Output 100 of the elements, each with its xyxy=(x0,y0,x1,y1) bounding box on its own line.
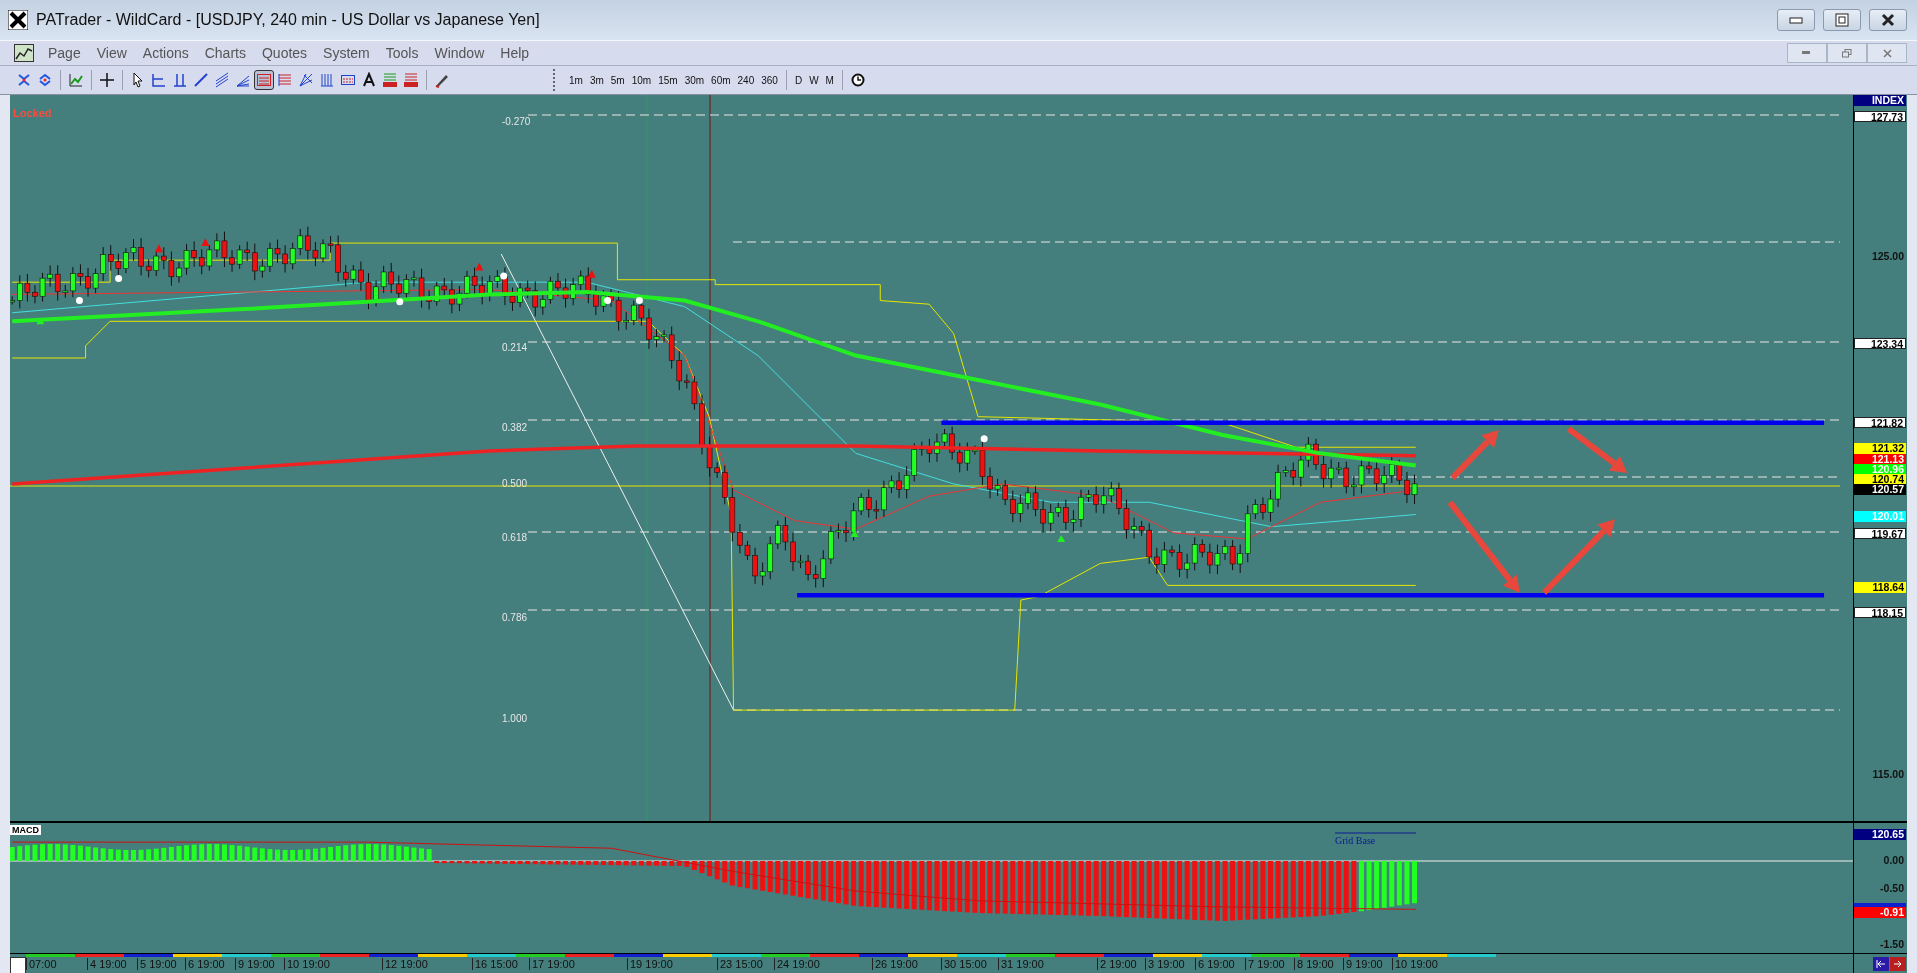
price-tag: INDEX xyxy=(1854,95,1906,106)
channel-icon xyxy=(214,72,230,88)
time-label: 19 19:00 xyxy=(627,958,673,970)
minimize-icon xyxy=(1802,51,1812,55)
arrow-to-start-icon xyxy=(1876,959,1886,968)
time-label: 4 19:00 xyxy=(87,958,127,970)
price-tag: 121.82 xyxy=(1854,417,1906,428)
levels-icon xyxy=(277,72,293,88)
time-label: 23 15:00 xyxy=(717,958,763,970)
maximize-button[interactable] xyxy=(1823,9,1861,31)
scroll-end-button[interactable] xyxy=(1890,956,1906,971)
time-label: 30 15:00 xyxy=(941,958,987,970)
period-button[interactable]: M xyxy=(822,70,837,90)
panel-title: MACD xyxy=(10,825,41,835)
rectangle-lines-icon xyxy=(256,72,272,88)
axis-label: 0.00 xyxy=(1882,855,1905,866)
axis-label: -0.50 xyxy=(1879,883,1905,894)
price-tag: 120.01 xyxy=(1854,511,1906,522)
axis-label: 115.00 xyxy=(1871,769,1905,780)
menu-item[interactable]: Charts xyxy=(196,45,254,61)
time-label: 5 19:00 xyxy=(137,958,177,970)
window-title: PATrader - WildCard - [USDJPY, 240 min - US Dollar vs Japanese Yen] xyxy=(36,11,541,29)
timeframe-button[interactable]: 3m xyxy=(586,70,607,90)
timeframe-button[interactable]: 15m xyxy=(655,70,681,90)
time-label: 07:00 xyxy=(26,958,57,970)
time-label: 12 19:00 xyxy=(382,958,428,970)
arrow-drawing xyxy=(1450,430,1499,480)
menu-item[interactable]: Page xyxy=(40,45,89,61)
time-label: 8 19:00 xyxy=(1294,958,1334,970)
fib-level-label: 0.618 xyxy=(502,532,528,543)
vertical-grid-icon xyxy=(319,72,335,88)
crosshair-tool[interactable] xyxy=(97,70,117,90)
fib-level-label: 0.382 xyxy=(502,422,528,433)
time-label: 24 19:00 xyxy=(774,958,820,970)
menu-item[interactable]: Help xyxy=(492,45,538,61)
time-label: 26 19:00 xyxy=(872,958,918,970)
period-button[interactable]: D xyxy=(791,70,806,90)
menu-item[interactable]: Tools xyxy=(377,45,427,61)
time-label: 17 19:00 xyxy=(529,958,575,970)
menu-item[interactable]: Quotes xyxy=(253,45,316,61)
hsl-lines-icon xyxy=(403,72,419,88)
price-tag: 127.73 xyxy=(1854,111,1906,122)
time-label: 7 19:00 xyxy=(1245,958,1285,970)
rectangle-lines-tool[interactable] xyxy=(254,70,274,90)
timeframe-button[interactable]: 360 xyxy=(758,70,781,90)
fib-level-label: 0.214 xyxy=(502,342,528,353)
price-tag: 118.15 xyxy=(1854,607,1906,618)
price-tag: -0.91 xyxy=(1854,907,1906,918)
menu-item[interactable]: View xyxy=(88,45,135,61)
time-label: 3 19:00 xyxy=(1145,958,1185,970)
hsl-lines-tool[interactable] xyxy=(401,70,421,90)
time-label: 6 19:00 xyxy=(1195,958,1235,970)
time-label: 9 19:00 xyxy=(1343,958,1383,970)
pen-icon xyxy=(434,72,450,88)
menu-item[interactable]: System xyxy=(315,45,378,61)
menu-item[interactable]: Actions xyxy=(134,45,197,61)
gann-fan-icon xyxy=(298,72,314,88)
close-button[interactable] xyxy=(1869,9,1907,31)
timeframe-button[interactable]: 5m xyxy=(607,70,628,90)
minimize-icon xyxy=(1789,16,1803,24)
fib-level-label: 0.786 xyxy=(502,612,528,623)
scroll-start-button[interactable] xyxy=(1873,956,1889,971)
horizontal-line-icon xyxy=(151,72,167,88)
pat-lines-icon xyxy=(382,72,398,88)
maximize-icon xyxy=(1835,13,1849,27)
vertical-lines-icon xyxy=(172,72,188,88)
fib-level-label: 1.000 xyxy=(502,713,528,724)
price-tag: 121.32 xyxy=(1854,443,1906,454)
fib-level-label: 0.500 xyxy=(502,478,528,489)
restore-button[interactable] xyxy=(1827,43,1867,63)
time-label: 16 15:00 xyxy=(472,958,518,970)
clock-icon xyxy=(850,73,865,87)
minimize-button[interactable] xyxy=(1787,43,1827,63)
corner-box xyxy=(10,957,26,973)
time-label: 9 19:00 xyxy=(235,958,275,970)
time-label: 2 19:00 xyxy=(1097,958,1137,970)
restore-icon xyxy=(1842,48,1852,58)
pat-lines-tool[interactable] xyxy=(380,70,400,90)
timeframe-button[interactable]: 10m xyxy=(628,70,655,90)
price-tag: 123.34 xyxy=(1854,338,1906,349)
time-label: 31 19:00 xyxy=(998,958,1044,970)
timeframe-button[interactable]: 240 xyxy=(734,70,758,90)
minimize-button[interactable] xyxy=(1777,9,1815,31)
timeframe-button[interactable]: 1m xyxy=(566,70,586,90)
status-label: Locked xyxy=(13,107,52,119)
price-tag: 118.64 xyxy=(1854,582,1906,593)
axis-label: -1.50 xyxy=(1879,939,1905,950)
price-tag: 120.65 xyxy=(1854,829,1906,840)
menu-item[interactable]: Window xyxy=(426,45,493,61)
grid-base-label: Grid Base xyxy=(1335,835,1376,846)
arrow-drawing xyxy=(1566,426,1628,473)
period-button[interactable]: W xyxy=(806,70,822,90)
price-tag: 119.67 xyxy=(1854,528,1906,539)
timeframe-button[interactable]: 60m xyxy=(708,70,734,90)
close-icon xyxy=(1881,13,1895,27)
chart-icon xyxy=(14,44,34,62)
timeframe-button[interactable]: 30m xyxy=(681,70,708,90)
logo-icon xyxy=(8,10,28,30)
chart-indicator-icon xyxy=(68,72,84,88)
axis-label: 125.00 xyxy=(1870,251,1905,262)
